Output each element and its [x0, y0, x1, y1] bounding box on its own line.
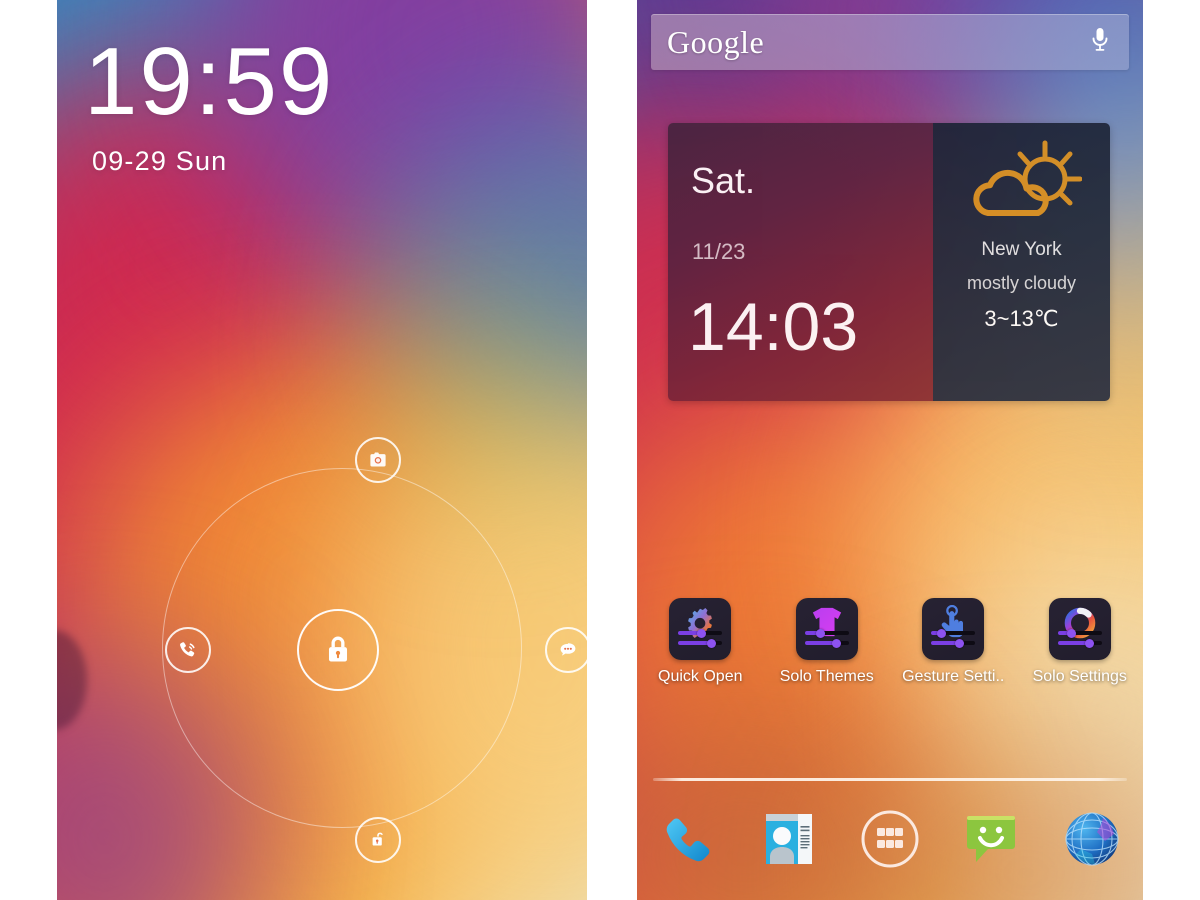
phone-handset-icon [666, 818, 709, 862]
weather-city: New York [981, 239, 1062, 260]
camera-icon [370, 452, 386, 467]
slider-track-1[interactable] [678, 628, 723, 638]
solo-themes-icon-tile[interactable] [795, 598, 858, 660]
screenshot-stage: 19:59 09-29 Sun Google Sat. 11/23 14:03 … [0, 0, 1200, 900]
slider-knob-1 [936, 628, 946, 638]
message-shortcut[interactable] [545, 627, 587, 673]
app-label: Solo Settings [1032, 668, 1127, 685]
app-label: Solo Themes [779, 668, 874, 685]
slider-knob-2 [1084, 638, 1094, 648]
dock-item-phone[interactable] [637, 808, 738, 870]
google-search-bar[interactable]: Google [651, 14, 1129, 70]
slider-knob-1 [1066, 628, 1076, 638]
unlock-icon [372, 832, 383, 846]
slider-track-1[interactable] [804, 628, 849, 638]
dock-item-browser[interactable] [1042, 808, 1143, 870]
slider-fill-2 [1057, 641, 1089, 645]
weather-widget-half[interactable]: New York mostly cloudy 3~13℃ [933, 123, 1110, 401]
clock-weather-widget[interactable]: Sat. 11/23 14:03 New York mostly cloudy … [668, 123, 1110, 401]
slider-knob-1 [697, 628, 707, 638]
dock-divider [653, 778, 1127, 781]
widget-date: 11/23 [692, 239, 746, 264]
unlock-shortcut[interactable] [355, 817, 401, 863]
lock-screen-wallpaper [57, 0, 587, 900]
slider-group [678, 628, 723, 651]
slider-track-1[interactable] [1057, 628, 1102, 638]
quick-open-icon-tile[interactable] [669, 598, 732, 660]
google-logo: Google [667, 24, 765, 60]
app-item-solo-themes[interactable]: Solo Themes [764, 598, 891, 686]
lock-screen-date: 09-29 Sun [92, 146, 228, 176]
dock-item-messaging[interactable] [941, 808, 1042, 870]
lock-screen-panel: 19:59 09-29 Sun [57, 0, 587, 900]
slider-track-2[interactable] [1057, 638, 1102, 648]
gesture-settings-icon-tile[interactable] [922, 598, 985, 660]
lock-icon [328, 636, 348, 662]
slider-knob-2 [706, 638, 716, 648]
dock [637, 808, 1143, 870]
widget-day: Sat. [691, 160, 756, 201]
app-row: Quick Open Solo Themes Gesture Setti.. S… [637, 598, 1143, 686]
slider-track-2[interactable] [931, 638, 976, 648]
dock-item-app-drawer[interactable] [839, 808, 940, 870]
slider-knob-2 [955, 638, 965, 648]
phone-call-icon [180, 642, 195, 657]
solo-settings-icon-tile[interactable] [1048, 598, 1111, 660]
app-item-gesture-settings[interactable]: Gesture Setti.. [890, 598, 1017, 686]
app-drawer-icon [861, 810, 919, 868]
slider-group [804, 628, 849, 651]
globe-browser-icon [1065, 812, 1119, 866]
message-bubble-icon [560, 643, 576, 656]
sun-behind-cloud-icon [972, 140, 1082, 216]
slider-track-2[interactable] [678, 638, 723, 648]
slider-knob-2 [832, 638, 842, 648]
slider-group [931, 628, 976, 651]
lock-screen-clock: 19:59 [84, 28, 335, 135]
camera-shortcut[interactable] [355, 437, 401, 483]
app-item-solo-settings[interactable]: Solo Settings [1017, 598, 1144, 686]
app-label: Quick Open [658, 668, 743, 685]
contacts-card-icon [765, 814, 812, 864]
slider-group [1057, 628, 1102, 651]
widget-time: 14:03 [688, 289, 859, 365]
app-label: Gesture Setti.. [902, 668, 1005, 685]
app-item-quick-open[interactable]: Quick Open [637, 598, 764, 686]
slider-knob-1 [815, 628, 825, 638]
slider-track-2[interactable] [804, 638, 849, 648]
slider-fill-2 [678, 641, 711, 645]
phone-shortcut[interactable] [165, 627, 211, 673]
sms-smiley-icon [967, 816, 1016, 862]
clock-widget-half[interactable]: Sat. 11/23 14:03 [668, 123, 933, 401]
home-screen-panel: Google Sat. 11/23 14:03 New York mostly … [637, 0, 1143, 900]
weather-condition: mostly cloudy [966, 273, 1077, 293]
lock-center[interactable] [297, 609, 379, 691]
weather-temperature: 3~13℃ [984, 306, 1059, 331]
dock-item-contacts[interactable] [738, 808, 839, 870]
microphone-icon[interactable] [1089, 25, 1111, 60]
slider-track-1[interactable] [931, 628, 976, 638]
